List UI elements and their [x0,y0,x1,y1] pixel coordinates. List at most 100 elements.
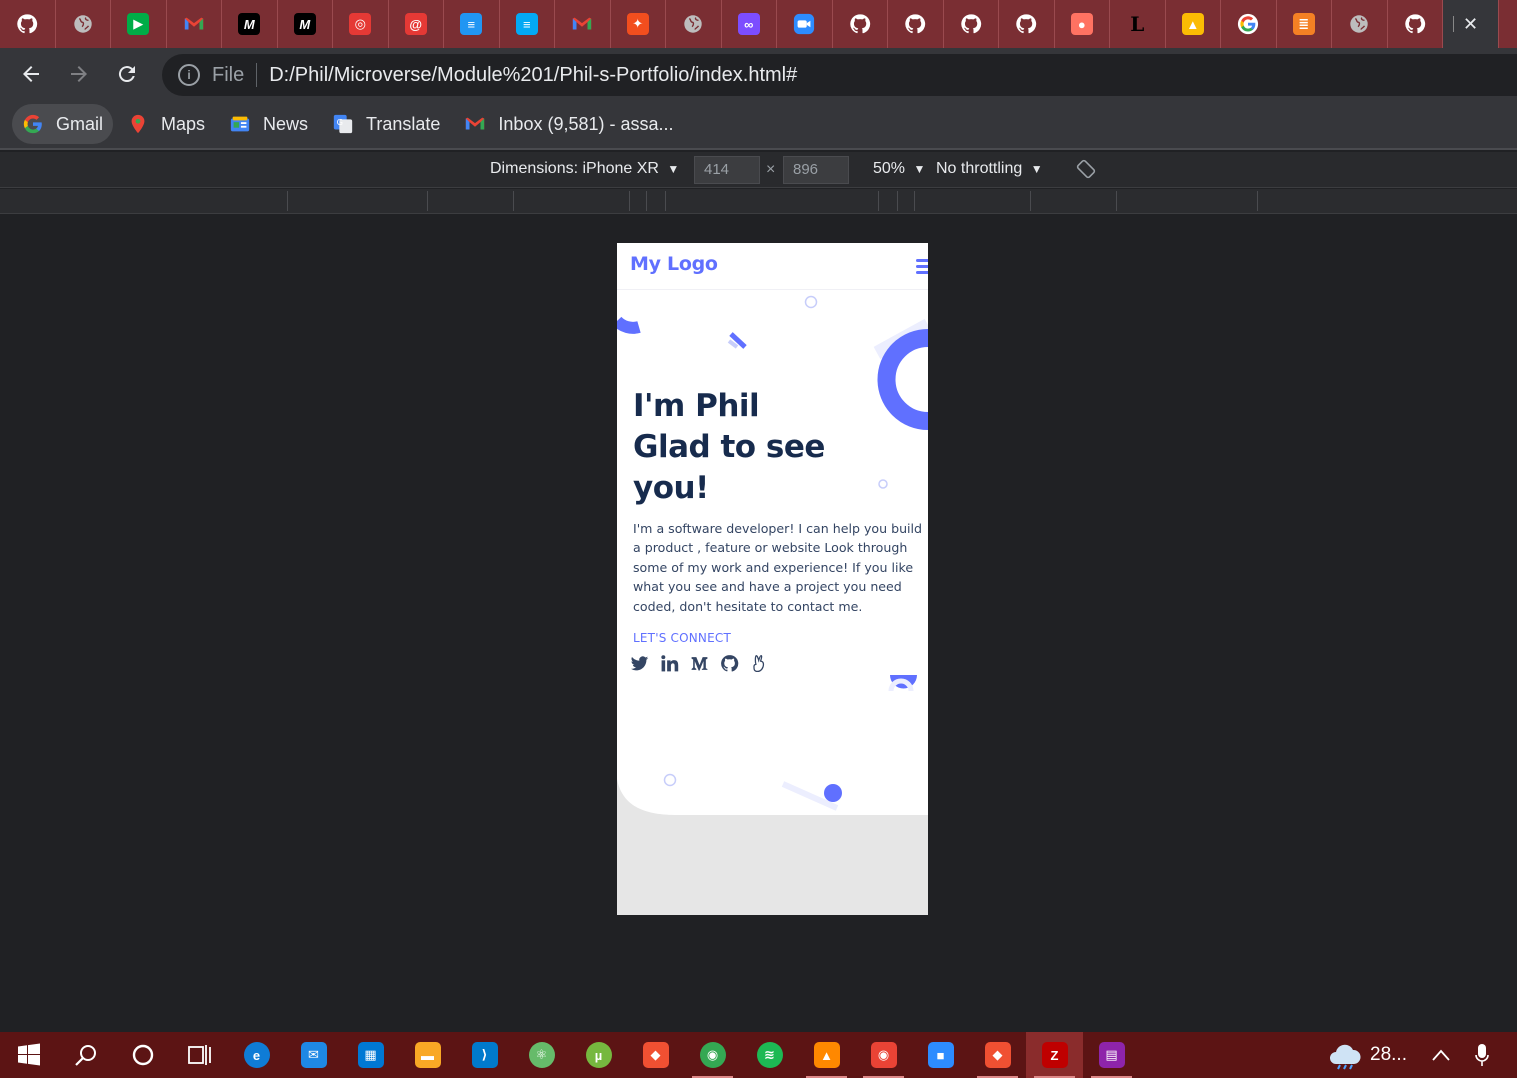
weather-widget[interactable]: 28... [1328,1040,1407,1070]
taskbar-app[interactable]: ◉ [684,1032,741,1078]
browser-tab[interactable] [888,0,944,48]
bookmark-news[interactable]: News [219,104,318,144]
browser-tab[interactable] [167,0,222,48]
git-icon: ◆ [642,1042,669,1068]
target-icon: ◎ [349,13,372,35]
microphone-icon[interactable] [1475,1043,1489,1067]
info-icon[interactable]: i [178,64,200,86]
browser-tab[interactable] [833,0,888,48]
address-bar[interactable]: i File D:/Phil/Microverse/Module%201/Phi… [162,54,1517,96]
forward-button[interactable] [56,54,102,94]
twitter-icon[interactable] [629,652,649,674]
bookmark-label: Gmail [56,113,104,134]
cortana-icon[interactable] [114,1032,171,1078]
task-view-icon[interactable] [171,1032,228,1078]
taskbar-app[interactable]: µ [570,1032,627,1078]
chrome-icon: ◉ [699,1042,726,1068]
taskbar-app[interactable]: ✉ [285,1032,342,1078]
browser-tab[interactable] [555,0,611,48]
browser-tab[interactable]: M [222,0,278,48]
site-logo[interactable]: My Logo [630,253,718,275]
taskbar-app[interactable]: e [228,1032,285,1078]
browser-tab[interactable] [56,0,111,48]
globe-icon [1348,13,1370,35]
github-icon[interactable] [719,652,739,674]
angellist-icon[interactable] [749,652,769,674]
windows-start-icon[interactable] [0,1032,57,1078]
bookmark-gmail[interactable]: Gmail [12,104,114,144]
globe-icon [682,13,704,35]
taskbar-app[interactable]: ◆ [969,1032,1026,1078]
browser-tab[interactable]: ≣ [1277,0,1332,48]
translate-icon: G [332,113,354,135]
linkedin-icon[interactable] [659,652,679,674]
news-icon [229,113,251,135]
dropdown-arrow-icon: ▼ [913,162,926,176]
tab-strip: ▶ M M ◎ @ ≡ ≡ ✦ ∞ ● L ▲ ≣ ✕ [0,0,1517,48]
close-icon[interactable]: ✕ [1463,14,1478,35]
browser-tab[interactable] [1221,0,1277,48]
taskbar-app[interactable]: ▦ [342,1032,399,1078]
page-header: My Logo [617,243,928,290]
height-input[interactable]: 896 [783,156,849,184]
reload-icon [118,66,135,83]
browser-tab[interactable]: M [278,0,333,48]
browser-tab[interactable] [999,0,1055,48]
zoom-icon: ■ [927,1042,954,1068]
browser-tab[interactable]: ◎ [333,0,389,48]
chevron-up-icon[interactable] [1431,1048,1451,1062]
winrar-icon: ▤ [1098,1042,1125,1068]
search-icon[interactable] [57,1032,114,1078]
social-links [629,652,779,674]
bookmark-translate[interactable]: G Translate [322,104,450,144]
device-dimensions-select[interactable]: Dimensions: iPhone XR ▼ [490,160,679,178]
taskbar-app[interactable]: ⚛ [513,1032,570,1078]
taskbar-app[interactable]: ▤ [1083,1032,1140,1078]
browser-tab[interactable]: @ [389,0,444,48]
browser-tab[interactable]: ● [1055,0,1110,48]
zoom-select[interactable]: 50% ▼ [873,160,925,178]
taskbar-app[interactable]: ▲ [798,1032,855,1078]
hamburger-menu-icon[interactable] [916,259,928,277]
edge-icon: e [243,1042,270,1068]
browser-tab[interactable]: ≡ [500,0,555,48]
browser-tab[interactable]: ▲ [1166,0,1221,48]
browser-tab[interactable]: ✦ [611,0,666,48]
bookmark-inbox[interactable]: Inbox (9,581) - assa... [454,104,683,144]
dropdown-arrow-icon: ▼ [667,162,680,176]
taskbar-app[interactable]: ≋ [741,1032,798,1078]
browser-tab[interactable] [777,0,833,48]
github-icon [904,13,926,35]
headline-line: Glad to see [633,429,825,465]
throttling-select[interactable]: No throttling ▼ [936,160,1043,178]
browser-tab[interactable] [1388,0,1443,48]
browser-tab[interactable]: ∞ [722,0,777,48]
taskbar-app[interactable]: ■ [912,1032,969,1078]
taskbar-app[interactable]: ▬ [399,1032,456,1078]
browser-tab[interactable] [944,0,999,48]
weather-cloud-icon [1330,1044,1361,1070]
width-input[interactable]: 414 [694,156,760,184]
browser-tab[interactable] [1332,0,1388,48]
atom-icon: ⚛ [528,1042,555,1068]
browser-tab[interactable]: L [1110,0,1166,48]
url-text[interactable]: D:/Phil/Microverse/Module%201/Phil-s-Por… [269,64,797,87]
back-button[interactable] [8,54,54,94]
figma-pink-icon: ● [1070,13,1093,35]
browser-tab[interactable] [666,0,722,48]
browser-tab[interactable]: ≡ [444,0,500,48]
taskbar-app[interactable]: ◉ [855,1032,912,1078]
docs-lines-icon: ≡ [460,13,483,35]
taskbar-app[interactable]: ⟩ [456,1032,513,1078]
taskbar-app[interactable]: Z [1026,1032,1083,1078]
browser-tab[interactable] [0,0,56,48]
rotate-button[interactable] [1076,159,1096,184]
browser-tab[interactable]: ▶ [111,0,167,48]
reload-button[interactable] [104,54,150,94]
media-query-ruler[interactable] [0,189,1517,214]
figma-icon: ✦ [626,13,649,35]
bookmark-maps[interactable]: Maps [117,104,215,144]
active-tab[interactable]: ✕ [1443,0,1499,48]
taskbar-app[interactable]: ◆ [627,1032,684,1078]
medium-icon[interactable] [689,652,709,674]
